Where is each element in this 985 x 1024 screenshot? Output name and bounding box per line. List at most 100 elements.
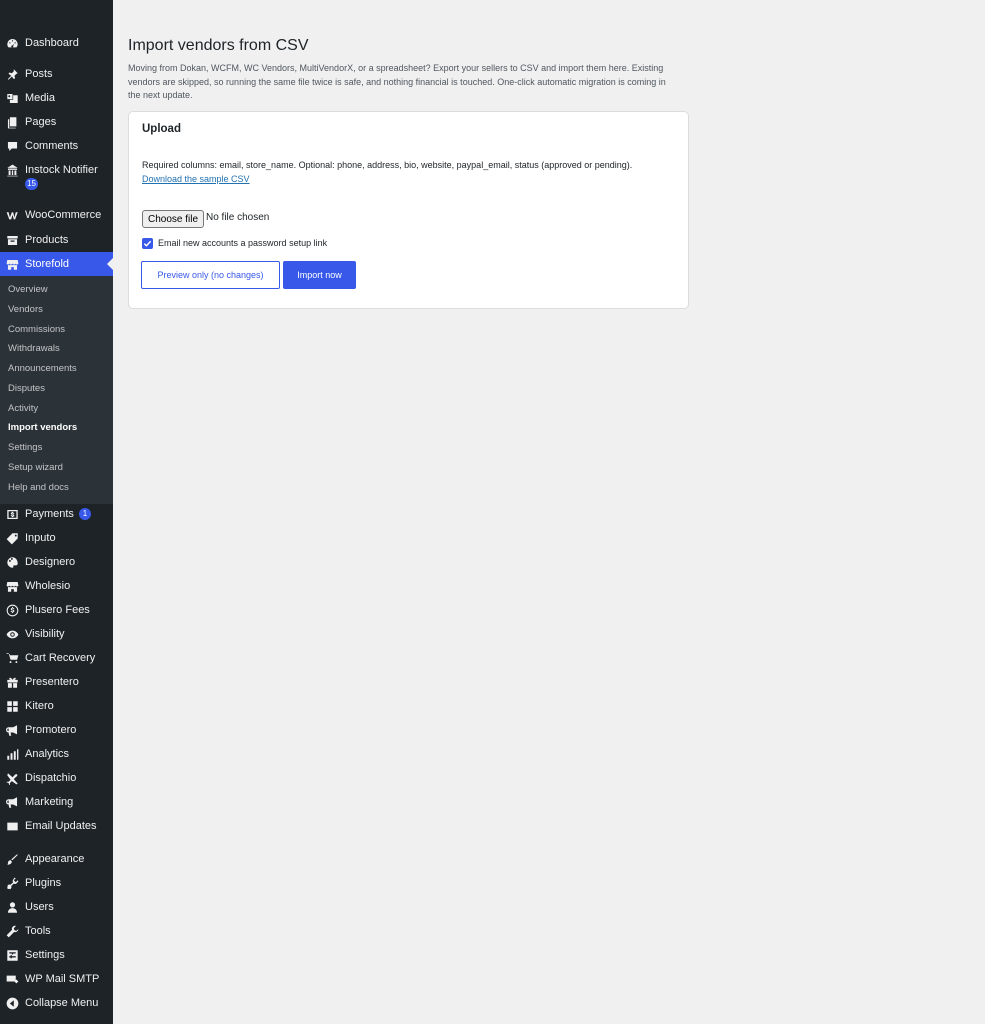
collapse-menu-button[interactable]: Collapse Menu bbox=[0, 991, 113, 1015]
payment-icon bbox=[6, 508, 19, 521]
plugin-icon bbox=[6, 877, 19, 890]
plane-icon bbox=[6, 772, 19, 785]
megaphone-icon bbox=[6, 724, 19, 737]
submenu-item-settings[interactable]: Settings bbox=[8, 438, 42, 458]
submenu-item-announcements[interactable]: Announcements bbox=[8, 359, 77, 379]
submenu-item-help-and-docs[interactable]: Help and docs bbox=[8, 478, 69, 498]
eye-icon bbox=[6, 628, 19, 641]
sidebar-item-wholesio[interactable]: Wholesio bbox=[0, 574, 113, 598]
sidebar-item-settings[interactable]: Settings bbox=[0, 943, 113, 967]
sidebar-item-label: Marketing bbox=[25, 796, 74, 808]
submenu-item-overview[interactable]: Overview bbox=[8, 280, 48, 300]
collapse-icon bbox=[6, 997, 19, 1010]
sidebar-item-label: Users bbox=[25, 901, 54, 913]
sidebar-item-tools[interactable]: Tools bbox=[0, 919, 113, 943]
cart-icon bbox=[6, 652, 19, 665]
sidebar-item-woocommerce[interactable]: WooCommerce bbox=[0, 203, 113, 227]
sidebar-item-visibility[interactable]: Visibility bbox=[0, 622, 113, 646]
submenu-item-disputes[interactable]: Disputes bbox=[8, 379, 45, 399]
storefront-icon bbox=[6, 258, 19, 271]
sidebar-item-label: Comments bbox=[25, 140, 79, 152]
sidebar-item-label: Pages bbox=[25, 116, 57, 128]
sidebar-item-label: Dispatchio bbox=[25, 772, 77, 784]
sidebar-item-label: WooCommerce bbox=[25, 209, 102, 221]
submenu-item-setup-wizard[interactable]: Setup wizard bbox=[8, 458, 63, 478]
required-columns-text: Required columns: email, store_name. Opt… bbox=[142, 160, 633, 170]
sidebar-item-cart-recovery[interactable]: Cart Recovery bbox=[0, 646, 113, 670]
active-menu-pointer bbox=[107, 258, 113, 270]
sidebar-item-posts[interactable]: Posts bbox=[0, 62, 113, 86]
upload-card: Upload Required columns: email, store_na… bbox=[128, 111, 689, 309]
download-sample-csv-link[interactable]: Download the sample CSV bbox=[142, 174, 250, 184]
sidebar-item-storefold[interactable]: Storefold bbox=[0, 252, 113, 276]
sidebar-item-label: Promotero bbox=[25, 724, 77, 736]
sidebar-item-wp-mail-smtp[interactable]: WP Mail SMTP bbox=[0, 967, 113, 991]
submenu-item-import-vendors[interactable]: Import vendors bbox=[8, 418, 77, 438]
sidebar-item-marketing[interactable]: Marketing bbox=[0, 790, 113, 814]
dashboard-icon bbox=[6, 37, 19, 50]
envelope-icon bbox=[6, 820, 19, 833]
sidebar-item-instock-notifier[interactable]: Instock Notifier 15 bbox=[0, 159, 113, 195]
sidebar-item-comments[interactable]: Comments bbox=[0, 134, 113, 158]
notification-badge: 1 bbox=[78, 508, 91, 520]
preview-only-button[interactable]: Preview only (no changes) bbox=[141, 261, 280, 289]
email-setup-link-label[interactable]: Email new accounts a password setup link bbox=[158, 238, 327, 248]
tag-icon bbox=[6, 532, 19, 545]
sidebar-item-media[interactable]: Media bbox=[0, 86, 113, 110]
sidebar-item-label: Visibility bbox=[25, 628, 65, 640]
sidebar-item-label: Inputo bbox=[25, 532, 56, 544]
sidebar-item-label: Tools bbox=[25, 925, 51, 937]
sidebar-item-analytics[interactable]: Analytics bbox=[0, 742, 113, 766]
notification-badge: 15 bbox=[25, 178, 38, 190]
sidebar-item-dashboard[interactable]: Dashboard bbox=[0, 31, 113, 55]
sidebar-item-label: Dashboard bbox=[25, 37, 79, 49]
archive-icon bbox=[6, 234, 19, 247]
submenu-item-withdrawals[interactable]: Withdrawals bbox=[8, 339, 60, 359]
sidebar-item-plugins[interactable]: Plugins bbox=[0, 871, 113, 895]
sidebar-item-label: Kitero bbox=[25, 700, 54, 712]
sidebar-item-label: Posts bbox=[25, 68, 53, 80]
comment-icon bbox=[6, 140, 19, 153]
brush-icon bbox=[6, 853, 19, 866]
storefront-icon bbox=[6, 580, 19, 593]
sidebar-item-pages[interactable]: Pages bbox=[0, 110, 113, 134]
submenu-item-vendors[interactable]: Vendors bbox=[8, 300, 43, 320]
pages-icon bbox=[6, 116, 19, 129]
sidebar-item-label: Appearance bbox=[25, 853, 85, 865]
grid-icon bbox=[6, 700, 19, 713]
sidebar-item-label: Cart Recovery bbox=[25, 652, 96, 664]
sidebar-item-kitero[interactable]: Kitero bbox=[0, 694, 113, 718]
media-icon bbox=[6, 92, 19, 105]
page-description: Moving from Dokan, WCFM, WC Vendors, Mul… bbox=[128, 63, 666, 100]
dollar-icon bbox=[6, 604, 19, 617]
sidebar-item-dispatchio[interactable]: Dispatchio bbox=[0, 766, 113, 790]
sidebar-item-payments[interactable]: Payments 1 bbox=[0, 502, 113, 526]
sidebar-item-email-updates[interactable]: Email Updates bbox=[0, 814, 113, 838]
sidebar-item-label: WP Mail SMTP bbox=[25, 973, 100, 985]
submenu-item-activity[interactable]: Activity bbox=[8, 399, 38, 419]
megaphone-icon bbox=[6, 796, 19, 809]
sidebar-item-label: Collapse Menu bbox=[25, 997, 99, 1009]
store-icon bbox=[6, 164, 19, 177]
sidebar-item-label: Designero bbox=[25, 556, 76, 568]
sidebar-item-presentero[interactable]: Presentero bbox=[0, 670, 113, 694]
page-title: Import vendors from CSV bbox=[128, 37, 309, 54]
sidebar-item-appearance[interactable]: Appearance bbox=[0, 847, 113, 871]
sidebar-item-users[interactable]: Users bbox=[0, 895, 113, 919]
sidebar-item-label: Analytics bbox=[25, 748, 70, 760]
sidebar-item-plusero-fees[interactable]: Plusero Fees bbox=[0, 598, 113, 622]
email-setup-link-checkbox[interactable] bbox=[142, 238, 153, 249]
sidebar-item-products[interactable]: Products bbox=[0, 228, 113, 252]
import-now-button[interactable]: Import now bbox=[283, 261, 356, 289]
sidebar-item-promotero[interactable]: Promotero bbox=[0, 718, 113, 742]
sidebar-item-label: Wholesio bbox=[25, 580, 71, 592]
submenu-item-commissions[interactable]: Commissions bbox=[8, 320, 65, 340]
sidebar-item-label: Instock Notifier bbox=[25, 164, 98, 176]
choose-file-button[interactable]: Choose file bbox=[142, 210, 205, 228]
sidebar-item-label: Email Updates bbox=[25, 820, 97, 832]
sidebar-item-label: Media bbox=[25, 92, 55, 104]
sidebar-item-designero[interactable]: Designero bbox=[0, 550, 113, 574]
sidebar-item-inputo[interactable]: Inputo bbox=[0, 526, 113, 550]
checkmark-icon bbox=[143, 240, 152, 247]
sidebar-item-label: Plusero Fees bbox=[25, 604, 90, 616]
